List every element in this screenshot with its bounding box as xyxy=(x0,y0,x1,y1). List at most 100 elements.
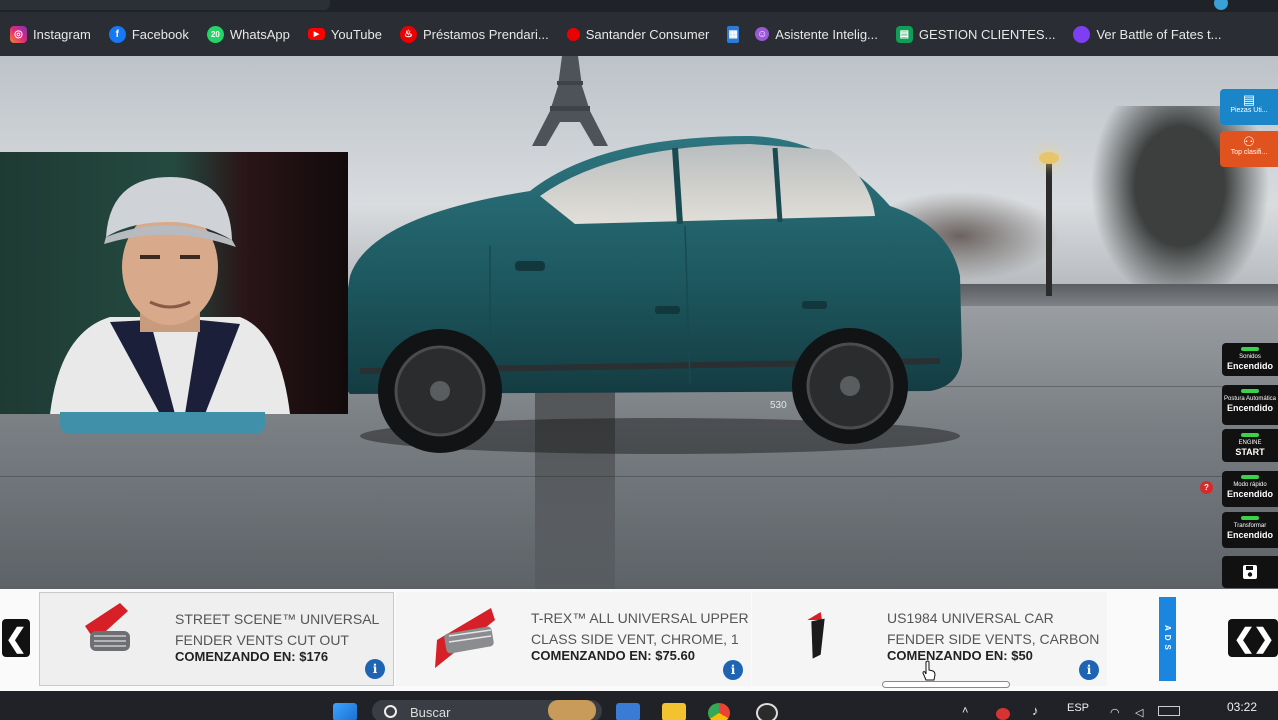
profile-avatar[interactable] xyxy=(1214,0,1228,10)
bookmark-label: WhatsApp xyxy=(229,26,290,42)
street-lamp-light xyxy=(1039,152,1059,164)
facebook-icon: f xyxy=(108,25,126,43)
ad-card[interactable]: STREET SCENE™ UNIVERSAL FENDER VENTS CUT… xyxy=(39,592,394,686)
bookmark-grid-app[interactable]: ▦ xyxy=(727,25,745,43)
carbon-vent-product-image xyxy=(807,612,825,659)
wifi-icon[interactable]: ◠ xyxy=(1110,706,1120,719)
status-led xyxy=(1241,516,1259,520)
search-icon xyxy=(384,705,397,718)
file-explorer-icon[interactable] xyxy=(662,703,686,720)
eiffel-tower-image xyxy=(532,56,608,146)
status-led xyxy=(1241,433,1259,437)
ad-card[interactable]: T-REX™ ALL UNIVERSAL UPPER CLASS SIDE VE… xyxy=(396,592,751,686)
engine-start-button[interactable]: ENGINE START xyxy=(1222,429,1278,462)
toggle-label: Transformar xyxy=(1233,523,1267,529)
bookmark-facebook[interactable]: f Facebook xyxy=(108,25,189,43)
piezas-button[interactable]: ▤ Piezas Uti... xyxy=(1220,89,1278,125)
status-led xyxy=(1241,347,1259,351)
recorder-icon[interactable] xyxy=(756,703,778,720)
browser-tab-strip xyxy=(0,0,1278,12)
medal-icon: ⚇ xyxy=(1243,134,1255,149)
toggle-label: Modo rápido xyxy=(1233,482,1267,488)
bookmark-prestamos[interactable]: ♨ Préstamos Prendari... xyxy=(399,25,549,43)
sonidos-toggle[interactable]: Sonidos Encendido xyxy=(1222,343,1278,376)
sheets-icon: ▤ xyxy=(895,25,913,43)
carousel-next-button[interactable]: ❮❯ xyxy=(1228,619,1278,657)
bookmark-label: Préstamos Prendari... xyxy=(422,26,549,42)
bookmark-label: Santander Consumer xyxy=(585,26,710,42)
webcam-overlay xyxy=(0,152,348,414)
chevron-left-icon: ❮ xyxy=(5,622,27,653)
railing xyxy=(960,284,1278,306)
ad-title: T-REX™ ALL UNIVERSAL UPPER CLASS SIDE VE… xyxy=(531,610,749,647)
twitch-icon xyxy=(1073,25,1091,43)
bookmark-asistente[interactable]: ☺ Asistente Intelig... xyxy=(755,27,878,42)
clock-time[interactable]: 03:22 xyxy=(1227,700,1257,714)
toggle-label: Postura Automática xyxy=(1223,396,1277,402)
toggle-state: Encendido xyxy=(1226,402,1273,413)
santander-car-icon xyxy=(566,27,580,41)
ad-price: COMENZANDO EN: $75.60 xyxy=(531,648,695,663)
transformar-toggle[interactable]: Transformar Encendido xyxy=(1222,512,1278,548)
widgets-icon[interactable] xyxy=(548,700,596,720)
store-icon[interactable] xyxy=(616,703,640,720)
toggle-state: Encendido xyxy=(1226,529,1273,540)
info-icon[interactable]: i xyxy=(365,659,385,679)
ad-title: US1984 UNIVERSAL CAR FENDER SIDE VENTS, … xyxy=(887,610,1100,647)
microphone-icon[interactable]: ♪ xyxy=(1032,703,1039,718)
fender-vent-product-image xyxy=(85,603,130,651)
ads-label: ADS xyxy=(1159,597,1176,681)
bookmark-whatsapp[interactable]: 20 WhatsApp xyxy=(206,25,290,43)
youtube-icon: ▶ xyxy=(307,28,325,40)
bookmark-instagram[interactable]: ◎ Instagram xyxy=(10,25,91,43)
carousel-scroll-indicator[interactable] xyxy=(882,681,1010,688)
street-lamp xyxy=(1046,156,1052,296)
toggle-state: Encendido xyxy=(1226,360,1273,371)
active-tab[interactable] xyxy=(0,0,330,10)
chevron-up-icon[interactable]: ˄ xyxy=(962,705,968,717)
status-led xyxy=(1241,389,1259,393)
toggle-state: Encendido xyxy=(1226,488,1273,499)
tray-app-icon[interactable] xyxy=(996,708,1010,720)
postura-toggle[interactable]: Postura Automática Encendido xyxy=(1222,385,1278,425)
whatsapp-icon: 20 xyxy=(206,25,224,43)
save-button[interactable] xyxy=(1222,556,1278,588)
toggle-label: Sonidos xyxy=(1239,354,1261,360)
search-placeholder: Buscar xyxy=(410,705,451,720)
bookmark-battle-of-fates[interactable]: Ver Battle of Fates t... xyxy=(1073,25,1222,43)
battery-icon[interactable] xyxy=(1158,706,1180,716)
bookmark-label: GESTION CLIENTES... xyxy=(918,26,1056,42)
windows-start-icon[interactable] xyxy=(333,703,357,720)
instagram-icon: ◎ xyxy=(10,25,27,43)
bookmark-label: Instagram xyxy=(33,26,91,42)
top-clasificacion-button[interactable]: ⚇ Top clasifi... xyxy=(1220,131,1278,167)
ad-price: COMENZANDO EN: $50 xyxy=(887,648,1033,663)
help-badge[interactable]: ? xyxy=(1200,481,1213,494)
toggle-state: START xyxy=(1235,446,1265,457)
bookmark-youtube[interactable]: ▶ YouTube xyxy=(307,27,382,42)
hand-cursor-icon xyxy=(922,660,936,681)
toggle-label: ENGINE xyxy=(1238,440,1262,446)
ad-title: STREET SCENE™ UNIVERSAL FENDER VENTS CUT… xyxy=(175,611,379,648)
bookmark-label: Facebook xyxy=(131,26,189,42)
bookmark-gestion-clientes[interactable]: ▤ GESTION CLIENTES... xyxy=(895,25,1056,43)
top-label: Top clasifi... xyxy=(1230,149,1268,156)
santander-flame-icon: ♨ xyxy=(399,25,417,43)
language-indicator[interactable]: ESP xyxy=(1067,702,1089,714)
bookmark-label: Ver Battle of Fates t... xyxy=(1096,26,1222,42)
webcam-frame-base xyxy=(60,412,265,434)
volume-icon[interactable]: ◁ xyxy=(1135,706,1143,719)
grid-app-icon: ▦ xyxy=(727,25,740,43)
document-icon: ▤ xyxy=(1242,92,1256,107)
carousel-prev-button[interactable]: ❮ xyxy=(2,619,30,657)
ad-price: COMENZANDO EN: $176 xyxy=(175,649,329,664)
assistant-icon: ☺ xyxy=(755,27,770,41)
car-model[interactable]: 530 xyxy=(330,136,970,456)
modo-rapido-toggle[interactable]: Modo rápido Encendido xyxy=(1222,471,1278,507)
bookmark-santander-consumer[interactable]: Santander Consumer xyxy=(566,26,710,42)
info-icon[interactable]: i xyxy=(723,660,743,680)
chrome-icon[interactable] xyxy=(708,703,730,720)
info-icon[interactable]: i xyxy=(1079,660,1099,680)
bookmark-label: Asistente Intelig... xyxy=(775,26,878,42)
bookmarks-bar: ◎ Instagram f Facebook 20 WhatsApp ▶ You… xyxy=(0,12,1278,56)
